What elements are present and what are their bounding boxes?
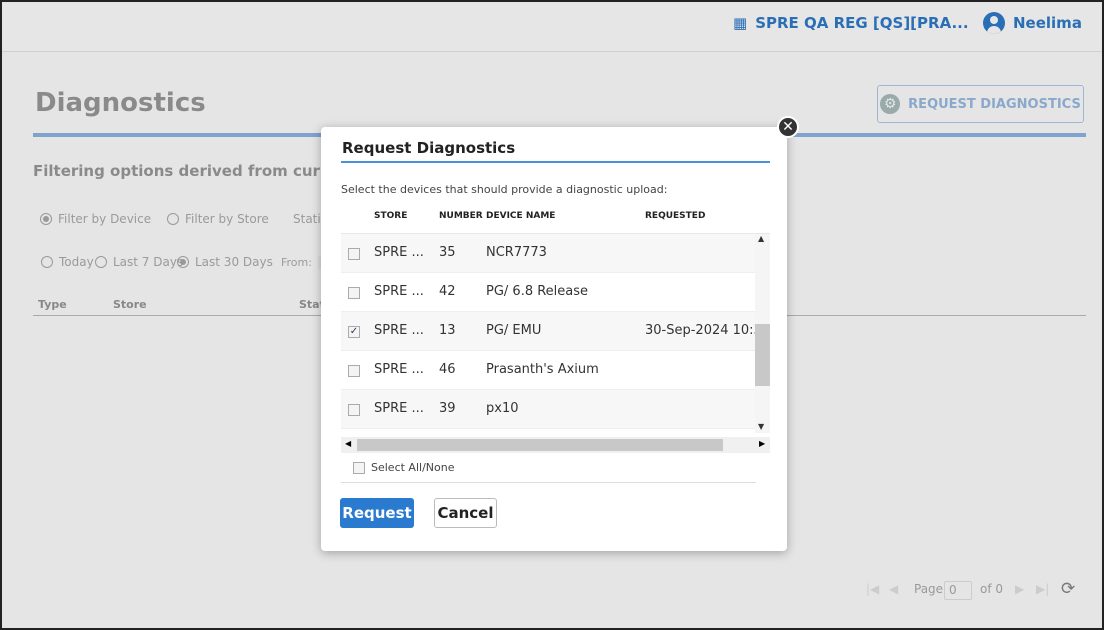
- user-icon: [983, 12, 1005, 34]
- request-diagnostics-button[interactable]: ⚙ REQUEST DIAGNOSTICS: [877, 85, 1084, 123]
- cancel-button[interactable]: Cancel: [434, 498, 497, 528]
- button-label: REQUEST DIAGNOSTICS: [908, 96, 1081, 112]
- radio-last-30-days[interactable]: Last 30 Days: [177, 255, 273, 269]
- column-requested[interactable]: REQUESTED: [645, 211, 705, 221]
- dialog-description: Select the devices that should provide a…: [341, 183, 668, 196]
- user-menu[interactable]: Neelima: [983, 12, 1082, 34]
- label: Select All/None: [371, 461, 455, 474]
- label: Last 7 Days: [113, 255, 184, 269]
- scroll-thumb[interactable]: [357, 439, 723, 451]
- request-diagnostics-dialog: Request Diagnostics Select the devices t…: [321, 127, 787, 551]
- device-row[interactable]: SPRE ... 42 PG/ 6.8 Release: [341, 273, 755, 312]
- device-list: SPRE ... 39 px10 SPRE ... 46 Prasanth's …: [341, 233, 770, 433]
- device-name-cell: Prasanth's Axium: [486, 362, 599, 377]
- scroll-thumb[interactable]: [755, 324, 770, 386]
- device-row[interactable]: SPRE ... 39 px10: [341, 390, 755, 429]
- label: From:: [281, 256, 312, 269]
- device-name-cell: NCR7773: [486, 245, 547, 260]
- page-count: of 0: [980, 582, 1004, 596]
- refresh-icon[interactable]: ⟳: [1061, 579, 1075, 599]
- device-row[interactable]: SPRE ... 35 NCR7773: [341, 234, 755, 273]
- device-name-cell: PG/ EMU: [486, 323, 542, 338]
- label: Filter by Store: [185, 212, 269, 226]
- filter-heading: Filtering options derived from current r: [33, 162, 368, 180]
- column-store[interactable]: STORE: [374, 211, 407, 221]
- store-cell: SPRE ...: [374, 323, 424, 338]
- radio-today[interactable]: Today: [41, 255, 94, 269]
- next-page-icon[interactable]: ▶: [1015, 582, 1024, 596]
- label: Last 30 Days: [195, 255, 273, 269]
- row-checkbox[interactable]: [348, 365, 360, 377]
- close-icon[interactable]: ✕: [777, 116, 799, 138]
- label: Filter by Device: [58, 212, 152, 226]
- last-page-icon[interactable]: ▶|: [1036, 582, 1049, 596]
- device-row[interactable]: SPRE ... 46 Prasanth's Axium: [341, 351, 755, 390]
- row-checkbox[interactable]: [348, 404, 360, 416]
- page-title: Diagnostics: [35, 88, 206, 118]
- radio-filter-store[interactable]: Filter by Store: [167, 212, 269, 226]
- radio-last-7-days[interactable]: Last 7 Days: [95, 255, 183, 269]
- request-button[interactable]: Request: [340, 498, 414, 528]
- requested-cell: 30-Sep-2024 10:35: [645, 323, 770, 338]
- tenant-selector[interactable]: ▦ SPRE QA REG [QS][PRA...: [733, 14, 969, 32]
- prev-page-icon[interactable]: ◀: [889, 582, 898, 596]
- store-cell: SPRE ...: [374, 401, 424, 416]
- store-cell: SPRE ...: [374, 245, 424, 260]
- select-all-checkbox[interactable]: Select All/None: [353, 461, 454, 474]
- number-cell: 39: [439, 401, 456, 416]
- number-cell: 35: [439, 245, 456, 260]
- building-icon: ▦: [733, 14, 748, 32]
- device-name-cell: PG/ 6.8 Release: [486, 284, 589, 299]
- radio-filter-device[interactable]: Filter by Device: [40, 212, 151, 226]
- store-cell: SPRE ...: [374, 362, 424, 377]
- divider: [341, 482, 756, 483]
- number-cell: 13: [439, 323, 456, 338]
- row-checkbox[interactable]: [348, 248, 360, 260]
- vertical-scrollbar[interactable]: ▲ ▼: [755, 234, 770, 433]
- column-device-name[interactable]: DEVICE NAME: [486, 211, 555, 221]
- number-cell: 42: [439, 284, 456, 299]
- user-name: Neelima: [1013, 14, 1082, 32]
- page-input[interactable]: 0: [944, 581, 972, 600]
- column-store[interactable]: Store: [113, 298, 147, 311]
- store-cell: SPRE ...: [374, 284, 424, 299]
- column-type[interactable]: Type: [38, 298, 67, 311]
- row-checkbox[interactable]: [348, 287, 360, 299]
- label: Today: [59, 255, 94, 269]
- horizontal-scrollbar[interactable]: ◀ ▶: [341, 437, 770, 453]
- device-row[interactable]: ✓ SPRE ... 13 PG/ EMU 30-Sep-2024 10:35: [341, 312, 770, 351]
- number-cell: 46: [439, 362, 456, 377]
- page-label: Page: [914, 582, 944, 596]
- dialog-title: Request Diagnostics: [342, 139, 516, 157]
- tenant-name: SPRE QA REG [QS][PRA...: [755, 14, 969, 32]
- title-underline: [341, 161, 770, 163]
- gear-icon: ⚙: [880, 94, 901, 114]
- column-number[interactable]: NUMBER: [439, 211, 483, 221]
- first-page-icon[interactable]: |◀: [866, 582, 879, 596]
- device-name-cell: px10: [486, 401, 519, 416]
- top-bar: ▦ SPRE QA REG [QS][PRA... Neelima: [0, 0, 1104, 52]
- row-checkbox[interactable]: ✓: [348, 326, 360, 338]
